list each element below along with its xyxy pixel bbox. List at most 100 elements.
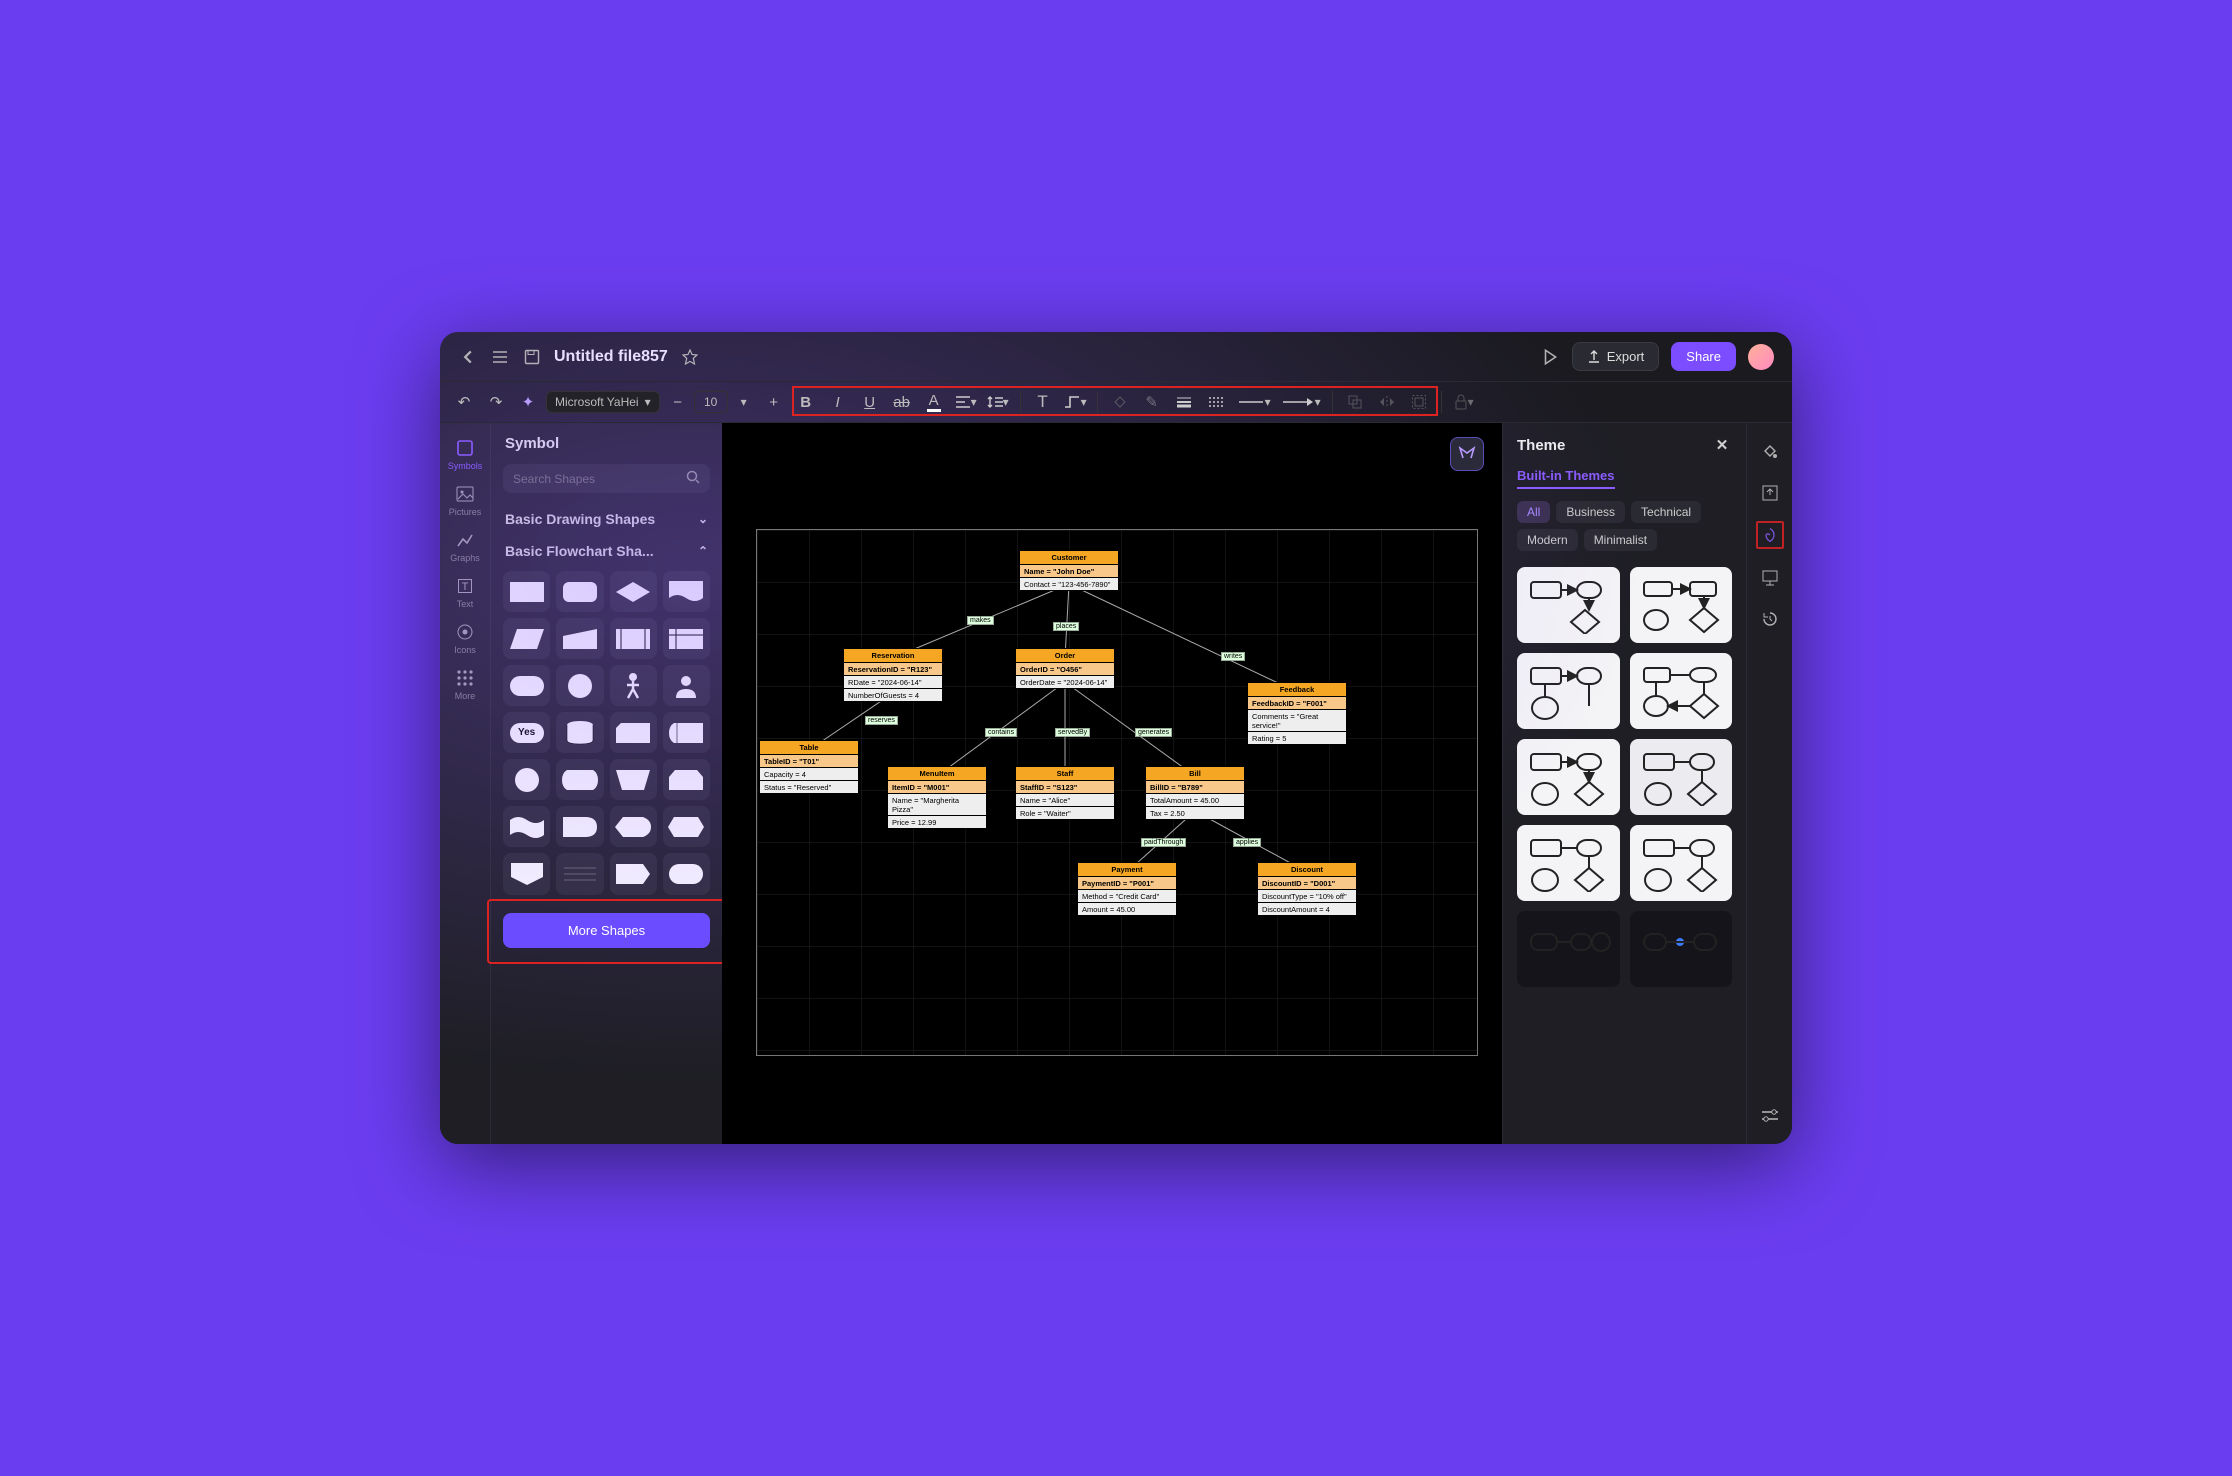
entity-staff[interactable]: StaffStaffID = "S123"Name = "Alice"Role …	[1015, 766, 1115, 820]
rail-symbols[interactable]: Symbols	[442, 431, 488, 475]
back-icon[interactable]	[458, 347, 478, 367]
shape-tape[interactable]	[503, 806, 550, 847]
shape-delay[interactable]	[556, 806, 603, 847]
entity-reservation[interactable]: ReservationReservationID = "R123"RDate =…	[843, 648, 943, 702]
category-basic-drawing[interactable]: Basic Drawing Shapes⌄	[491, 503, 722, 535]
line-start-icon[interactable]: ▾	[1234, 388, 1274, 416]
shape-display[interactable]	[610, 806, 657, 847]
group-icon[interactable]	[1405, 388, 1433, 416]
fill-panel-icon[interactable]	[1756, 437, 1784, 465]
redo-icon[interactable]: ↷	[482, 388, 510, 416]
theme-card[interactable]	[1630, 911, 1733, 987]
shape-manual-op[interactable]	[610, 759, 657, 800]
entity-discount[interactable]: DiscountDiscountID = "D001"DiscountType …	[1257, 862, 1357, 916]
canvas-area[interactable]: CustomerName = "John Doe"Contact = "123-…	[722, 423, 1502, 1144]
text-tool-icon[interactable]: T	[1029, 388, 1057, 416]
line-weight-icon[interactable]	[1170, 388, 1198, 416]
font-size-dropdown[interactable]: ▾	[730, 388, 758, 416]
shape-tag[interactable]	[610, 853, 657, 894]
theme-card[interactable]	[1517, 825, 1620, 901]
shape-connector[interactable]	[556, 665, 603, 706]
ai-badge[interactable]	[1450, 437, 1484, 471]
shape-internal-storage[interactable]	[663, 618, 710, 659]
font-size-value[interactable]: 10	[694, 391, 728, 413]
export-panel-icon[interactable]	[1756, 479, 1784, 507]
shape-list[interactable]	[556, 853, 603, 894]
shape-card[interactable]	[610, 712, 657, 753]
entity-order[interactable]: OrderOrderID = "O456"OrderDate = "2024-0…	[1015, 648, 1115, 689]
theme-card[interactable]	[1630, 739, 1733, 815]
shape-stored-data[interactable]	[663, 712, 710, 753]
line-dash-icon[interactable]	[1202, 388, 1230, 416]
save-icon[interactable]	[522, 347, 542, 367]
bold-icon[interactable]: B	[792, 388, 820, 416]
flip-icon[interactable]	[1373, 388, 1401, 416]
search-shapes[interactable]	[503, 464, 710, 493]
rail-more[interactable]: More	[442, 661, 488, 705]
rail-graphs[interactable]: Graphs	[442, 523, 488, 567]
shape-rounded[interactable]	[556, 571, 603, 612]
theme-card[interactable]	[1517, 739, 1620, 815]
undo-icon[interactable]: ↶	[450, 388, 478, 416]
shape-circle[interactable]	[503, 759, 550, 800]
entity-table[interactable]: TableTableID = "T01"Capacity = 4Status =…	[759, 740, 859, 794]
rail-icons[interactable]: Icons	[442, 615, 488, 659]
more-shapes-button[interactable]: More Shapes	[503, 913, 710, 948]
lock-icon[interactable]: ▾	[1450, 388, 1478, 416]
chip-modern[interactable]: Modern	[1517, 529, 1578, 551]
chip-all[interactable]: All	[1517, 501, 1550, 523]
theme-panel-icon[interactable]	[1756, 521, 1784, 549]
shape-user[interactable]	[663, 665, 710, 706]
chip-technical[interactable]: Technical	[1631, 501, 1701, 523]
shape-direct-data[interactable]	[556, 759, 603, 800]
italic-icon[interactable]: I	[824, 388, 852, 416]
export-button[interactable]: Export	[1572, 342, 1660, 371]
share-button[interactable]: Share	[1671, 342, 1736, 371]
theme-card[interactable]	[1630, 825, 1733, 901]
search-input[interactable]	[513, 472, 686, 486]
theme-card[interactable]	[1517, 911, 1620, 987]
font-size-plus[interactable]: +	[760, 388, 788, 416]
line-height-icon[interactable]: ▾	[984, 388, 1012, 416]
chip-business[interactable]: Business	[1556, 501, 1625, 523]
underline-icon[interactable]: U	[856, 388, 884, 416]
star-icon[interactable]	[680, 347, 700, 367]
align-icon[interactable]: ▾	[952, 388, 980, 416]
menu-icon[interactable]	[490, 347, 510, 367]
line-end-icon[interactable]: ▾	[1278, 388, 1324, 416]
shape-preparation[interactable]	[663, 806, 710, 847]
shape-document[interactable]	[663, 571, 710, 612]
settings-icon[interactable]	[1756, 1102, 1784, 1130]
chip-minimalist[interactable]: Minimalist	[1584, 529, 1657, 551]
rail-pictures[interactable]: Pictures	[442, 477, 488, 521]
shape-actor[interactable]	[610, 665, 657, 706]
fill-icon[interactable]	[1106, 388, 1134, 416]
entity-menuitem[interactable]: MenuItemItemID = "M001"Name = "Margherit…	[887, 766, 987, 829]
shape-terminator2[interactable]	[663, 853, 710, 894]
history-icon[interactable]	[1756, 605, 1784, 633]
shape-decision[interactable]	[610, 571, 657, 612]
avatar[interactable]	[1748, 344, 1774, 370]
font-select[interactable]: Microsoft YaHei▾	[546, 391, 660, 413]
shape-offpage[interactable]	[503, 853, 550, 894]
shape-yes[interactable]: Yes	[503, 712, 550, 753]
layer-icon[interactable]	[1341, 388, 1369, 416]
pencil-icon[interactable]: ✎	[1138, 388, 1166, 416]
shape-database[interactable]	[556, 712, 603, 753]
shape-terminator[interactable]	[503, 665, 550, 706]
shape-subprocess[interactable]	[610, 618, 657, 659]
theme-card[interactable]	[1517, 567, 1620, 643]
presentation-icon[interactable]	[1756, 563, 1784, 591]
category-basic-flowchart[interactable]: Basic Flowchart Sha...⌃	[491, 535, 722, 567]
entity-feedback[interactable]: FeedbackFeedbackID = "F001"Comments = "G…	[1247, 682, 1347, 745]
entity-customer[interactable]: CustomerName = "John Doe"Contact = "123-…	[1019, 550, 1119, 591]
entity-payment[interactable]: PaymentPaymentID = "P001"Method = "Credi…	[1077, 862, 1177, 916]
tab-builtin-themes[interactable]: Built-in Themes	[1517, 468, 1615, 489]
strike-icon[interactable]: ab	[888, 388, 916, 416]
theme-card[interactable]	[1517, 653, 1620, 729]
font-color-icon[interactable]: A	[920, 388, 948, 416]
rail-text[interactable]: TText	[442, 569, 488, 613]
shape-process[interactable]	[503, 571, 550, 612]
font-size-minus[interactable]: −	[664, 388, 692, 416]
connector-icon[interactable]: ▾	[1061, 388, 1089, 416]
